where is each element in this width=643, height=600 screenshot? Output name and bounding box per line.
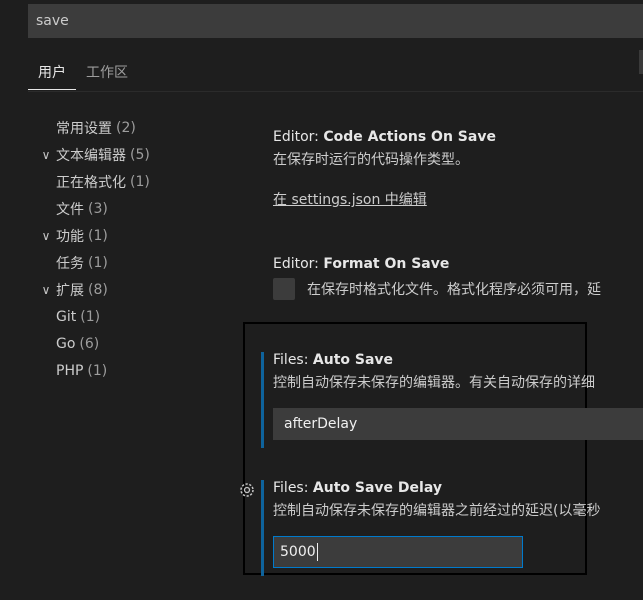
- tab-user[interactable]: 用户: [28, 56, 76, 90]
- settings-editor: save 用户 工作区 常用设置 (2) ∨ 文本编辑器 (5) 正在格式化 (1) 文件 (3…: [0, 0, 643, 600]
- modified-indicator: [261, 480, 264, 576]
- setting-title: Files: Auto Save: [273, 352, 394, 368]
- tree-item-label: 功能: [56, 228, 84, 245]
- tree-item-label: 正在格式化: [56, 174, 126, 191]
- tree-item[interactable]: Go (6): [30, 330, 230, 357]
- gear-icon[interactable]: [237, 480, 257, 500]
- tree-item-label: 扩展: [56, 282, 84, 299]
- tree-item[interactable]: ∨ 扩展 (8): [30, 276, 230, 303]
- auto-save-delay-value: 5000: [280, 544, 316, 560]
- tree-item-label: Go: [56, 335, 76, 352]
- settings-search-input[interactable]: save: [28, 4, 643, 38]
- tree-item-count: (1): [80, 308, 101, 325]
- auto-save-select[interactable]: afterDelay: [273, 408, 643, 440]
- tree-item-count: (3): [88, 200, 108, 217]
- settings-scope-tabs: 用户 工作区: [28, 56, 138, 92]
- setting-format-on-save: Editor: Format On Save 在保存时格式化文件。格式化程序必须…: [273, 256, 601, 300]
- auto-save-value: afterDelay: [284, 416, 358, 432]
- tree-item-count: (8): [88, 281, 108, 298]
- chevron-down-icon: ∨: [41, 228, 51, 243]
- tree-item-label: 常用设置: [56, 120, 112, 137]
- scrollbar-thumb[interactable]: [639, 50, 643, 74]
- setting-description: 在保存时格式化文件。格式化程序必须可用，延: [307, 282, 601, 298]
- auto-save-delay-input[interactable]: 5000: [273, 536, 523, 568]
- setting-description: 控制自动保存未保存的编辑器。有关自动保存的详细: [273, 375, 595, 391]
- tree-item-count: (5): [130, 146, 150, 163]
- setting-description: 控制自动保存未保存的编辑器之前经过的延迟(以毫秒: [273, 503, 601, 519]
- tree-item[interactable]: PHP (1): [30, 357, 230, 384]
- setting-title: Editor: Format On Save: [273, 256, 450, 272]
- chevron-down-icon: ∨: [41, 147, 51, 162]
- tree-item-count: (1): [88, 254, 108, 271]
- tree-item-count: (6): [79, 335, 100, 352]
- tree-item[interactable]: ∨ 文本编辑器 (5): [30, 141, 230, 168]
- tree-item-count: (1): [130, 173, 150, 190]
- setting-title: Editor: Code Actions On Save: [273, 129, 496, 145]
- tree-item-label: 文本编辑器: [56, 147, 126, 164]
- tabs-divider: [28, 91, 643, 92]
- tree-item[interactable]: 常用设置 (2): [30, 114, 230, 141]
- tree-item[interactable]: ∨ 功能 (1): [30, 222, 230, 249]
- modified-indicator: [261, 352, 264, 448]
- tree-item-label: Git: [56, 308, 77, 325]
- edit-in-settings-json-link[interactable]: 在 settings.json 中编辑: [273, 192, 427, 208]
- chevron-down-icon: ∨: [41, 282, 51, 297]
- tree-item-label: 任务: [56, 255, 84, 272]
- tree-item[interactable]: Git (1): [30, 303, 230, 330]
- tree-item-label: PHP: [56, 362, 84, 379]
- setting-title: Files: Auto Save Delay: [273, 480, 442, 496]
- tree-item-label: 文件: [56, 201, 84, 218]
- tree-item-count: (1): [88, 227, 108, 244]
- tree-item[interactable]: 文件 (3): [30, 195, 230, 222]
- format-on-save-checkbox[interactable]: [273, 278, 295, 300]
- setting-files-auto-save-delay: Files: Auto Save Delay 控制自动保存未保存的编辑器之前经过…: [273, 480, 600, 520]
- tab-workspace[interactable]: 工作区: [76, 56, 138, 90]
- tree-item-count: (2): [116, 119, 136, 136]
- setting-code-actions-on-save: Editor: Code Actions On Save 在保存时运行的代码操作…: [273, 129, 496, 209]
- settings-toc-tree: 常用设置 (2) ∨ 文本编辑器 (5) 正在格式化 (1) 文件 (3) ∨ 功能 (1) 任务 (1)…: [30, 114, 230, 384]
- text-cursor: [316, 543, 318, 561]
- setting-description: 在保存时运行的代码操作类型。: [273, 152, 469, 168]
- tree-item[interactable]: 任务 (1): [30, 249, 230, 276]
- setting-files-auto-save: Files: Auto Save 控制自动保存未保存的编辑器。有关自动保存的详细: [273, 352, 595, 392]
- search-value: save: [36, 13, 69, 29]
- tree-item[interactable]: 正在格式化 (1): [30, 168, 230, 195]
- tree-item-count: (1): [87, 362, 108, 379]
